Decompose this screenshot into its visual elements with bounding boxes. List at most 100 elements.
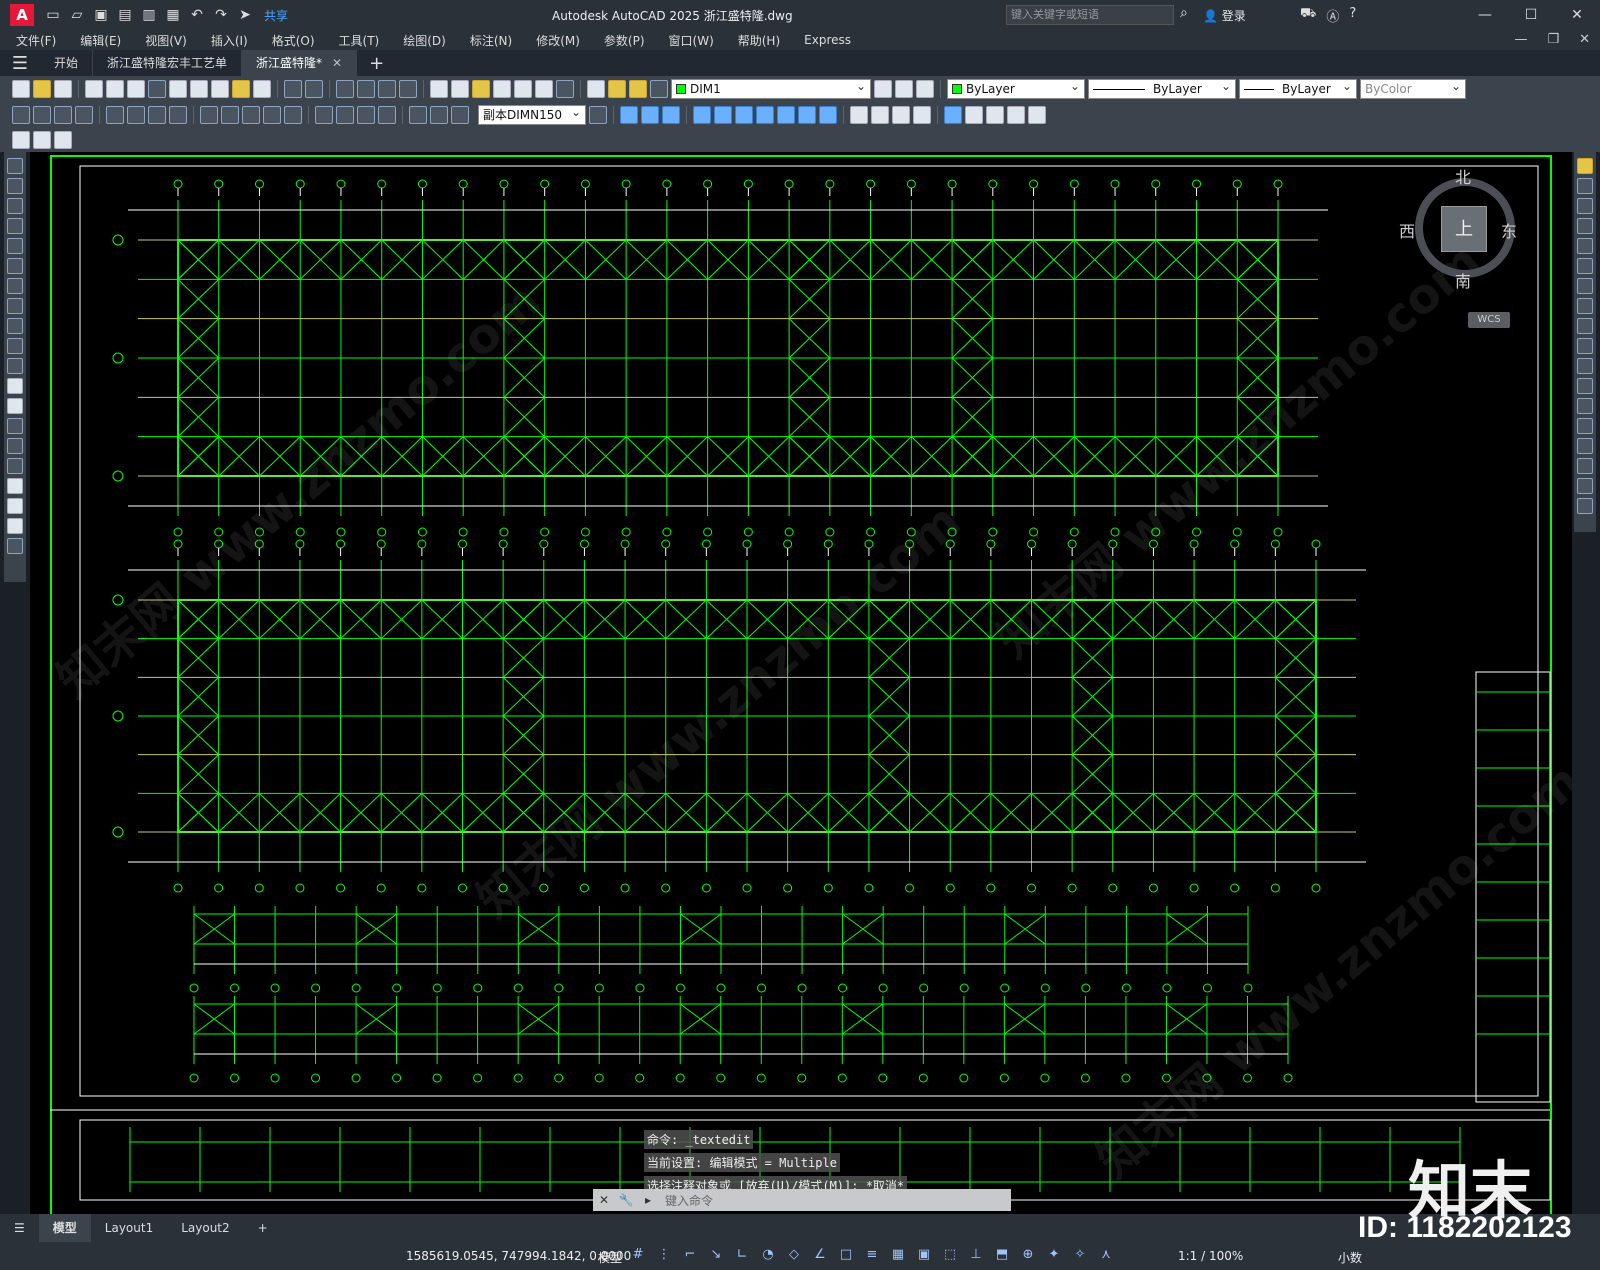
join-v-icon[interactable] xyxy=(1577,418,1593,434)
command-line[interactable]: ✕ 🔧 ▸ 键入命令 xyxy=(593,1189,1011,1211)
quick-dim-icon[interactable] xyxy=(200,106,218,124)
erase-icon[interactable] xyxy=(756,106,774,124)
tab-current-drawing[interactable]: 浙江盛特隆* ✕ xyxy=(242,50,358,76)
open-icon[interactable] xyxy=(33,80,51,98)
save-icon[interactable]: ▣ xyxy=(90,5,112,25)
tab-close-icon[interactable]: ✕ xyxy=(332,56,342,70)
menu-window[interactable]: 窗口(W) xyxy=(669,32,714,49)
line-icon[interactable] xyxy=(7,158,23,174)
share-button[interactable]: 共享 xyxy=(264,7,288,24)
group-edit-icon[interactable] xyxy=(892,106,910,124)
paste-icon[interactable] xyxy=(211,80,229,98)
copy-icon[interactable] xyxy=(190,80,208,98)
make-current-icon[interactable] xyxy=(874,80,892,98)
blend-v-icon[interactable] xyxy=(1577,478,1593,494)
layer-previous-icon[interactable] xyxy=(895,80,913,98)
doc-minimize-icon[interactable]: — xyxy=(1514,32,1527,47)
gizmo-icon[interactable]: ⊕ xyxy=(1020,1247,1036,1263)
save-as-icon[interactable]: ▤ xyxy=(114,5,136,25)
annotation-visibility-icon[interactable]: ✦ xyxy=(1046,1247,1062,1263)
undo-toolbar-icon[interactable] xyxy=(284,80,302,98)
move-v-icon[interactable] xyxy=(1577,258,1593,274)
dim-break-icon[interactable] xyxy=(284,106,302,124)
menu-format[interactable]: 格式(O) xyxy=(272,32,315,49)
explode-v-icon[interactable] xyxy=(1577,498,1593,514)
gradient-icon[interactable] xyxy=(7,458,23,474)
properties-icon[interactable] xyxy=(430,80,448,98)
offset-v-icon[interactable] xyxy=(1577,218,1593,234)
dim-continue-icon[interactable] xyxy=(242,106,260,124)
grid-icon[interactable]: # xyxy=(630,1247,646,1263)
mtext-icon[interactable] xyxy=(7,518,23,534)
inspection-icon[interactable] xyxy=(357,106,375,124)
redo-icon[interactable]: ↷ xyxy=(210,5,232,25)
spline-icon[interactable] xyxy=(7,318,23,334)
construction-line-icon[interactable] xyxy=(7,178,23,194)
menu-file[interactable]: 文件(F) xyxy=(16,32,56,49)
jogged-linear-icon[interactable] xyxy=(378,106,396,124)
command-close-icon[interactable]: ✕ xyxy=(593,1193,615,1207)
viewport-icon[interactable] xyxy=(54,131,72,149)
plot-icon[interactable]: ▦ xyxy=(162,5,184,25)
zoom-previous-icon[interactable] xyxy=(399,80,417,98)
menu-help[interactable]: 帮助(H) xyxy=(738,32,780,49)
sheet-set-icon[interactable] xyxy=(493,80,511,98)
dim-text-edit-icon[interactable] xyxy=(430,106,448,124)
new-tab-icon[interactable]: + xyxy=(369,53,384,74)
zoom-realtime-icon[interactable] xyxy=(357,80,375,98)
erase-v-icon[interactable] xyxy=(1577,158,1593,174)
create-block-icon[interactable] xyxy=(965,106,983,124)
layer-properties-icon[interactable] xyxy=(587,80,605,98)
login-button[interactable]: 👤 登录 xyxy=(1203,7,1246,24)
open-file-icon[interactable]: ▱ xyxy=(66,5,88,25)
dimstyle-manager-icon[interactable] xyxy=(589,106,607,124)
break-point-v-icon[interactable] xyxy=(1577,378,1593,394)
dynamic-ucs-icon[interactable]: ⊥ xyxy=(968,1247,984,1263)
publish-toolbar-icon[interactable] xyxy=(127,80,145,98)
match-properties-icon[interactable] xyxy=(232,80,250,98)
auto-scale-icon[interactable]: ✧ xyxy=(1072,1247,1088,1263)
pdf-icon[interactable] xyxy=(148,80,166,98)
attach-icon[interactable] xyxy=(986,106,1004,124)
units-readout[interactable]: 小数 xyxy=(1338,1249,1362,1266)
layout-menu-icon[interactable]: ☰ xyxy=(0,1214,39,1242)
draworder-front-icon[interactable] xyxy=(620,106,638,124)
maximize-icon[interactable]: ☐ xyxy=(1508,0,1554,30)
tab-model[interactable]: 模型 xyxy=(38,1214,91,1242)
hatch-icon[interactable] xyxy=(7,438,23,454)
calculator-icon[interactable] xyxy=(535,80,553,98)
menu-parametric[interactable]: 参数(P) xyxy=(604,32,645,49)
dynamic-input-icon[interactable]: ↘ xyxy=(708,1247,724,1263)
compass-south[interactable]: 南 xyxy=(1455,268,1471,292)
menu-edit[interactable]: 编辑(E) xyxy=(80,32,121,49)
rotate-v-icon[interactable] xyxy=(1577,278,1593,294)
sheet-icon[interactable] xyxy=(12,131,30,149)
zoom-window-icon[interactable] xyxy=(378,80,396,98)
infer-icon[interactable]: ⌐ xyxy=(682,1247,698,1263)
dim-radius-icon[interactable] xyxy=(106,106,124,124)
tolerance-icon[interactable] xyxy=(315,106,333,124)
rectangle-icon[interactable] xyxy=(7,238,23,254)
dim-angular-icon[interactable] xyxy=(169,106,187,124)
preview-icon[interactable] xyxy=(106,80,124,98)
snap-icon[interactable]: ⋮ xyxy=(656,1247,672,1263)
redo-toolbar-icon[interactable] xyxy=(305,80,323,98)
layer-states-icon[interactable] xyxy=(916,80,934,98)
circle-icon[interactable] xyxy=(7,278,23,294)
mirror-v-icon[interactable] xyxy=(1577,198,1593,214)
command-prompt-icon[interactable]: ▸ xyxy=(637,1193,659,1207)
fillet-v-icon[interactable] xyxy=(1577,458,1593,474)
tab-start[interactable]: 开始 xyxy=(40,50,94,76)
osnap-tracking-icon[interactable]: ∠ xyxy=(812,1247,828,1263)
polar-icon[interactable]: ◔ xyxy=(760,1247,776,1263)
new-file-icon[interactable]: ▭ xyxy=(42,5,64,25)
draworder-above-icon[interactable] xyxy=(662,106,680,124)
annotation-scale[interactable]: 1:1 / 100% xyxy=(1178,1249,1243,1263)
close-icon[interactable]: ✕ xyxy=(1554,0,1600,30)
dim-space-icon[interactable] xyxy=(263,106,281,124)
block-editor-icon[interactable] xyxy=(253,80,271,98)
dim-aligned-icon[interactable] xyxy=(33,106,51,124)
model-space-toggle[interactable]: 模型 xyxy=(598,1249,622,1266)
markup-icon[interactable] xyxy=(514,80,532,98)
undo-icon[interactable]: ↶ xyxy=(186,5,208,25)
